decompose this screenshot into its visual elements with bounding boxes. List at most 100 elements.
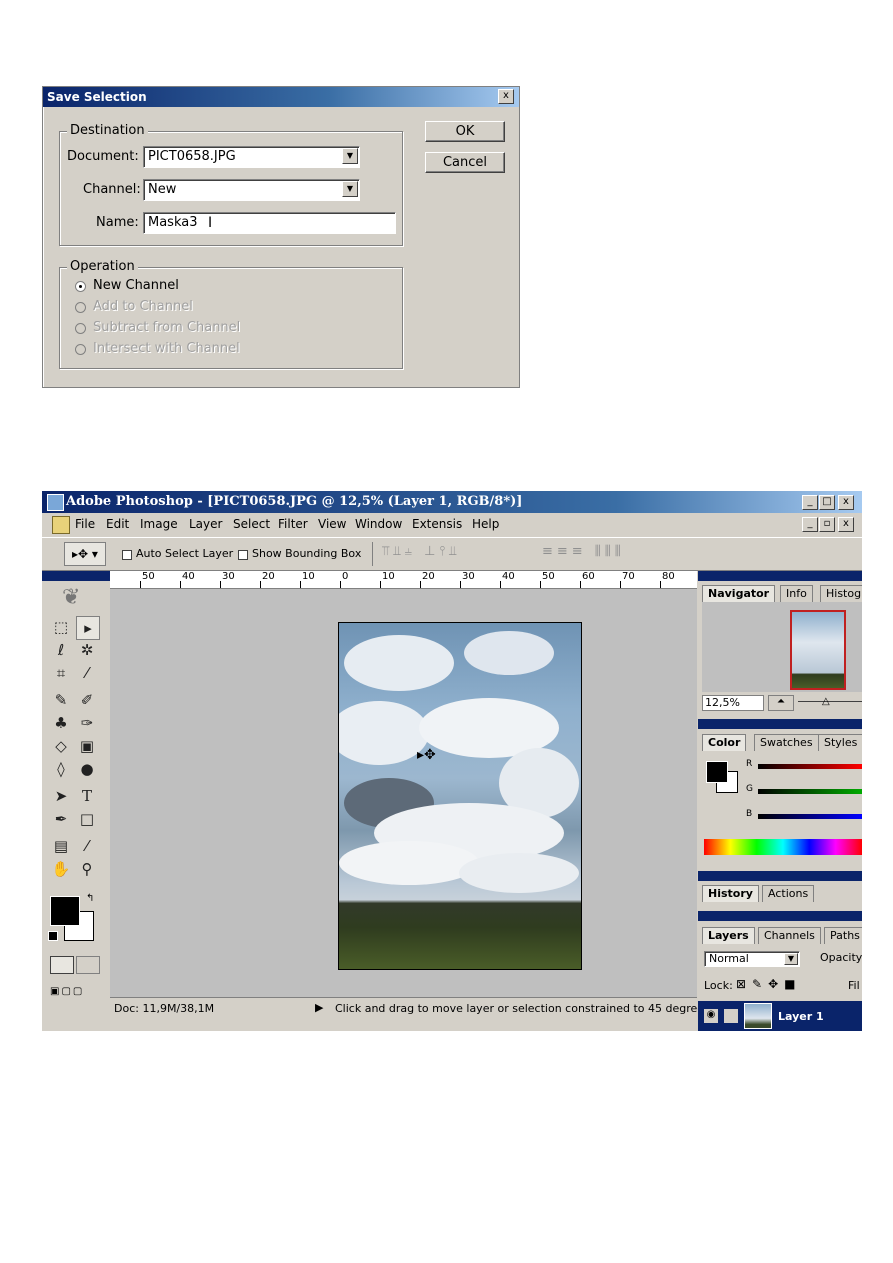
stamp-icon[interactable]: ♣ <box>50 712 72 734</box>
shape-icon[interactable]: □ <box>76 808 98 830</box>
eraser-icon[interactable]: ◇ <box>50 735 72 757</box>
tab-paths[interactable]: Paths <box>824 927 862 944</box>
document-image[interactable]: ▸✥ <box>338 622 582 970</box>
radio-new-channel[interactable] <box>75 281 86 292</box>
radio-add-to-channel[interactable] <box>75 302 86 313</box>
marquee-icon[interactable]: ⬚ <box>50 616 72 638</box>
doc-minimize-icon[interactable]: _ <box>802 517 818 532</box>
status-arrow-icon[interactable]: ▶ <box>315 1001 323 1014</box>
default-colors-icon[interactable] <box>48 931 58 941</box>
foreground-color-swatch[interactable] <box>50 896 80 926</box>
radio-subtract-from-channel[interactable] <box>75 323 86 334</box>
menu-extensis[interactable]: Extensis <box>412 517 462 531</box>
photoshop-titlebar[interactable]: Adobe Photoshop - [PICT0658.JPG @ 12,5% … <box>42 491 862 513</box>
dodge-icon[interactable]: ● <box>76 758 98 780</box>
r-slider[interactable] <box>758 764 862 769</box>
swap-colors-icon[interactable]: ↰ <box>86 893 94 904</box>
doc-restore-icon[interactable]: ▫ <box>819 517 835 532</box>
tab-histogram[interactable]: Histogr <box>820 585 862 602</box>
cancel-button[interactable]: Cancel <box>425 152 505 173</box>
doc-info[interactable]: Doc: 11,9M/38,1M <box>114 1002 214 1015</box>
layer-row[interactable]: ◉ Layer 1 <box>698 1001 862 1031</box>
g-slider[interactable] <box>758 789 862 794</box>
document-select[interactable]: PICT0658.JPG ▼ <box>143 146 360 168</box>
zoom-field[interactable]: 12,5% <box>702 695 764 711</box>
lock-icons[interactable]: ⊠✎✥■ <box>736 977 802 991</box>
b-label: B <box>746 809 753 819</box>
tab-navigator[interactable]: Navigator <box>702 585 776 602</box>
hand-icon[interactable]: ✋ <box>50 858 72 880</box>
quickmask-mode-icon[interactable] <box>76 956 100 974</box>
history-brush-icon[interactable]: ✑ <box>76 712 98 734</box>
toolbox: ❦ ⬚ ▸ ℓ ✲ ⌗ ⁄ ✎ ✐ ♣ ✑ ◇ ▣ ◊ ● ➤ T ✒ □ ▤ … <box>42 571 110 1031</box>
dialog-title: Save Selection <box>47 90 147 104</box>
move-tool-preset-icon[interactable]: ▸✥ ▾ <box>64 542 106 566</box>
zoom-icon[interactable]: ⚲ <box>76 858 98 880</box>
screen-mode-icons[interactable]: ▣▢▢ <box>50 986 100 1000</box>
menu-help[interactable]: Help <box>472 517 499 531</box>
eye-icon[interactable]: ◉ <box>704 1009 718 1023</box>
close-icon[interactable]: x <box>838 495 854 510</box>
zoom-out-icon[interactable]: ⏶ <box>768 695 794 711</box>
notes-icon[interactable]: ▤ <box>50 835 72 857</box>
color-ramp[interactable] <box>704 839 862 855</box>
toolbox-header <box>42 571 110 581</box>
navigator-view-box[interactable] <box>790 610 846 690</box>
blend-mode-value: Normal <box>709 952 749 965</box>
menu-edit[interactable]: Edit <box>106 517 129 531</box>
blend-mode-select[interactable]: Normal ▼ <box>704 951 800 967</box>
distribute-icons[interactable]: ≡≡≡ ⫼⫼⫼ <box>542 544 625 559</box>
blur-icon[interactable]: ◊ <box>50 758 72 780</box>
chevron-down-icon[interactable]: ▼ <box>342 181 358 197</box>
channel-select[interactable]: New ▼ <box>143 179 360 201</box>
panel-foreground-swatch[interactable] <box>706 761 728 783</box>
tab-swatches[interactable]: Swatches <box>754 734 819 751</box>
tab-layers[interactable]: Layers <box>702 927 755 944</box>
standard-mode-icon[interactable] <box>50 956 74 974</box>
magic-wand-icon[interactable]: ✲ <box>76 639 98 661</box>
zoom-slider-thumb[interactable]: △ <box>822 696 830 707</box>
healing-icon[interactable]: ✎ <box>50 689 72 711</box>
maximize-icon[interactable]: □ <box>819 495 835 510</box>
tab-history[interactable]: History <box>702 885 759 902</box>
ok-button[interactable]: OK <box>425 121 505 142</box>
menu-filter[interactable]: Filter <box>278 517 308 531</box>
tab-info[interactable]: Info <box>780 585 813 602</box>
lasso-icon[interactable]: ℓ <box>50 639 72 661</box>
minimize-icon[interactable]: _ <box>802 495 818 510</box>
auto-select-checkbox[interactable] <box>122 550 132 560</box>
tab-styles[interactable]: Styles <box>818 734 862 751</box>
move-icon[interactable]: ▸ <box>76 616 100 640</box>
slice-icon[interactable]: ⁄ <box>76 662 98 684</box>
menu-image[interactable]: Image <box>140 517 178 531</box>
menu-window[interactable]: Window <box>355 517 402 531</box>
dialog-titlebar[interactable]: Save Selection x <box>43 87 519 107</box>
menu-view[interactable]: View <box>318 517 346 531</box>
close-icon[interactable]: x <box>498 89 514 104</box>
chevron-down-icon[interactable]: ▼ <box>342 148 358 164</box>
radio-intersect-with-channel[interactable] <box>75 344 86 355</box>
brush-link-icon[interactable] <box>724 1009 738 1023</box>
gradient-icon[interactable]: ▣ <box>76 735 98 757</box>
tab-color[interactable]: Color <box>702 734 747 751</box>
menu-select[interactable]: Select <box>233 517 270 531</box>
brush-icon[interactable]: ✐ <box>76 689 98 711</box>
path-select-icon[interactable]: ➤ <box>50 785 72 807</box>
pen-icon[interactable]: ✒ <box>50 808 72 830</box>
opacity-label: Opacity <box>820 951 862 964</box>
menu-layer[interactable]: Layer <box>189 517 222 531</box>
menu-file[interactable]: File <box>75 517 95 531</box>
type-icon[interactable]: T <box>76 785 98 807</box>
tab-channels[interactable]: Channels <box>758 927 821 944</box>
eyedropper-icon[interactable]: ⁄ <box>76 835 98 857</box>
b-slider[interactable] <box>758 814 862 819</box>
bounding-box-checkbox[interactable] <box>238 550 248 560</box>
align-icons[interactable]: ⫪⫫⫨ ⊥⫯⫫ <box>382 544 460 559</box>
chevron-down-icon[interactable]: ▼ <box>784 953 798 965</box>
tab-actions[interactable]: Actions <box>762 885 815 902</box>
crop-icon[interactable]: ⌗ <box>50 662 72 684</box>
doc-close-icon[interactable]: x <box>838 517 854 532</box>
navigator-preview[interactable] <box>702 602 862 692</box>
zoom-slider[interactable] <box>798 701 862 702</box>
name-field[interactable]: Maska3 I <box>143 212 396 234</box>
